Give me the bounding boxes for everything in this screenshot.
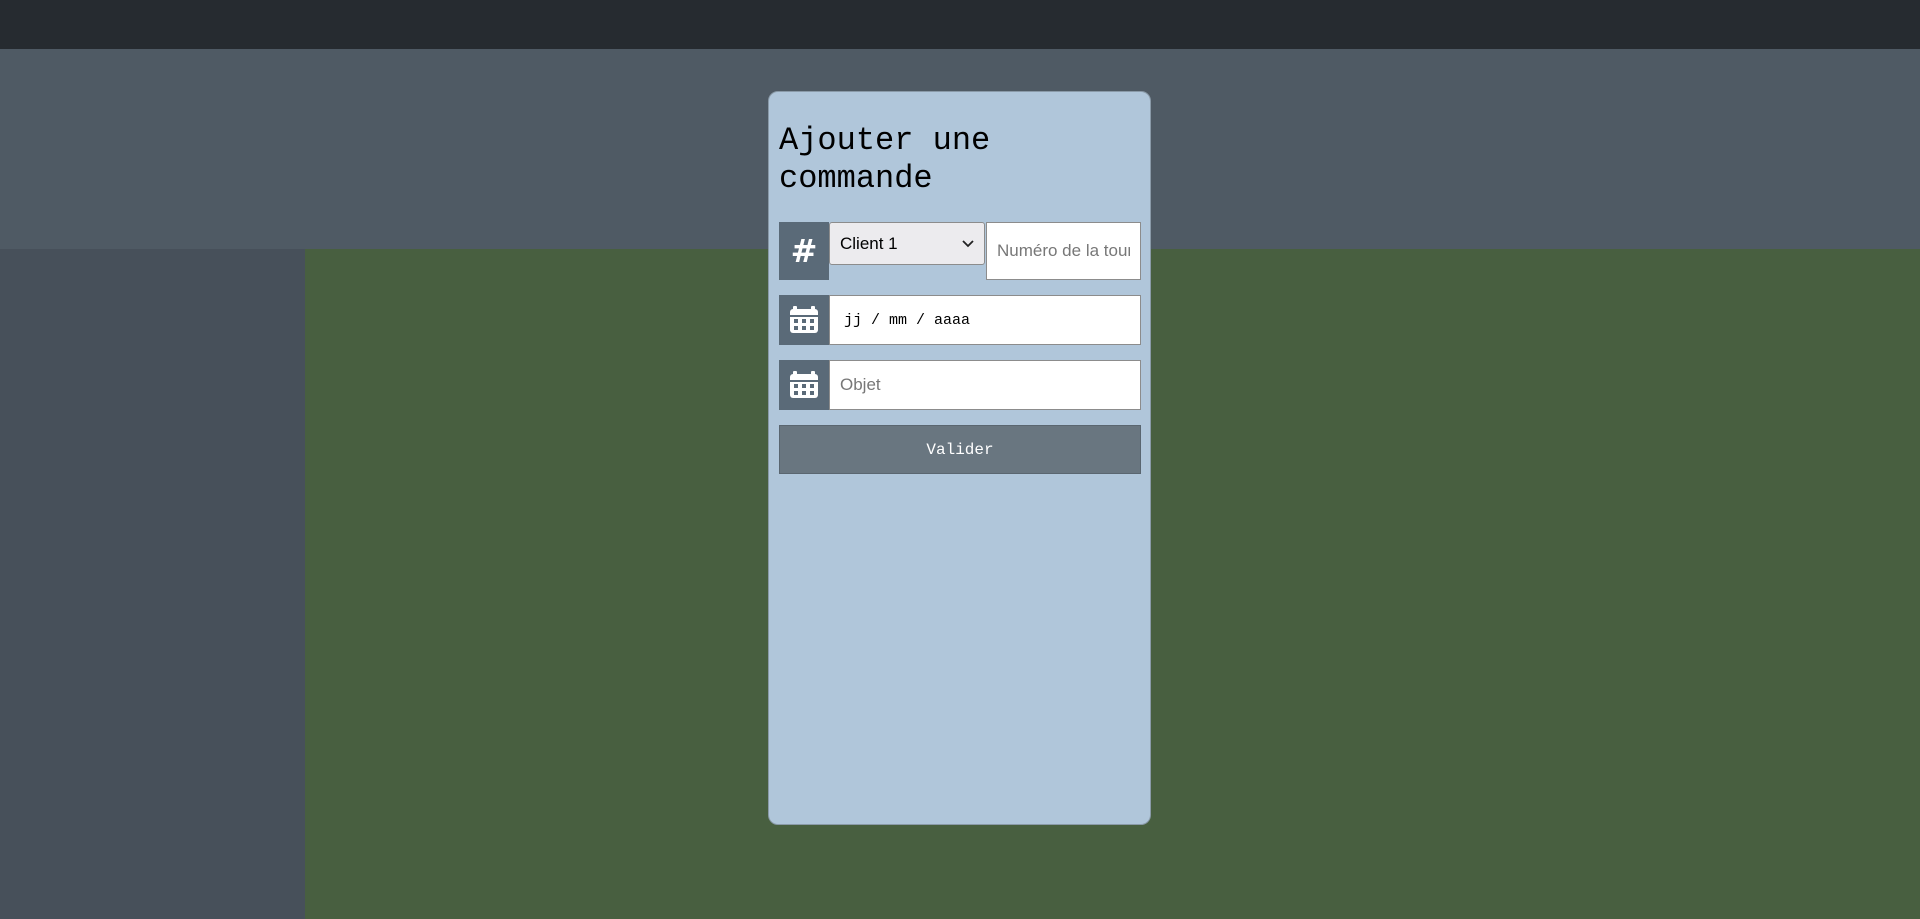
- form-title: Ajouter une commande: [779, 122, 991, 197]
- objet-input[interactable]: [829, 360, 1141, 410]
- calendar-icon: [779, 360, 829, 410]
- app-root: Ajouter une commande # Client 1 Numéro d…: [0, 0, 1920, 919]
- client-select-value: Client 1: [840, 233, 898, 253]
- date-input[interactable]: jj / mm / aaaa: [829, 295, 1141, 345]
- calendar-icon: [779, 295, 829, 345]
- add-order-card: Ajouter une commande # Client 1 Numéro d…: [768, 91, 1151, 825]
- sidebar: [0, 249, 305, 919]
- submit-button[interactable]: Valider: [779, 425, 1141, 474]
- top-navbar: [0, 0, 1920, 49]
- hash-icon: #: [779, 222, 829, 280]
- date-format-text: jj / mm / aaaa: [844, 311, 971, 329]
- client-select[interactable]: Client 1: [829, 222, 985, 265]
- chevron-down-icon: [962, 239, 974, 247]
- tour-number-input[interactable]: [986, 222, 1141, 280]
